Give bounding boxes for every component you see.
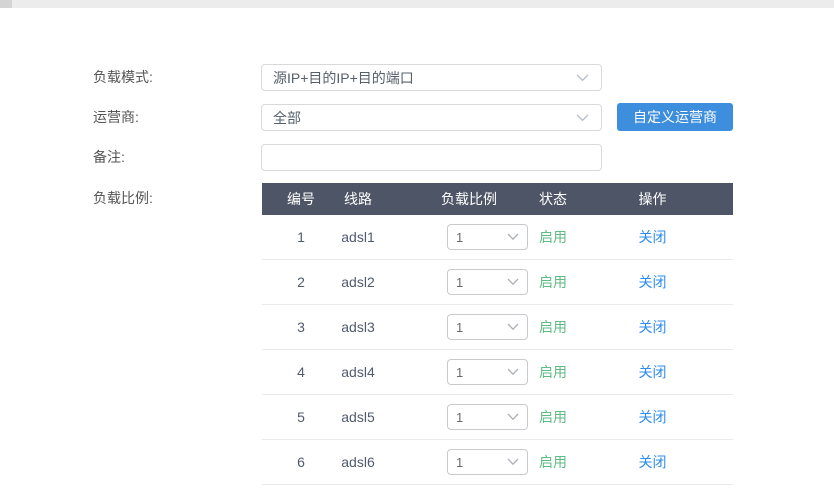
row-line-name: adsl1 xyxy=(340,229,376,245)
row-number: 5 xyxy=(262,409,340,425)
table-row: 6 adsl6 1 启用 关闭 xyxy=(262,440,733,485)
table-row: 2 adsl2 1 启用 关闭 xyxy=(262,260,733,305)
chevron-down-icon xyxy=(507,323,519,331)
custom-carrier-button[interactable]: 自定义运营商 xyxy=(617,103,733,131)
row-line-name: adsl5 xyxy=(340,409,376,425)
carrier-select-value: 全部 xyxy=(273,108,301,128)
ratio-select[interactable]: 1 xyxy=(447,404,528,430)
status-enabled-text: 启用 xyxy=(539,362,567,382)
ratio-select[interactable]: 1 xyxy=(447,224,528,250)
chevron-down-icon xyxy=(507,368,519,376)
load-mode-select-value: 源IP+目的IP+目的端口 xyxy=(273,68,414,88)
close-action-link[interactable]: 关闭 xyxy=(639,317,667,337)
ratio-select-value: 1 xyxy=(456,455,463,470)
row-number: 6 xyxy=(262,454,340,470)
column-header-ratio: 负载比例 xyxy=(376,189,534,209)
horizontal-scrollbar-track xyxy=(0,0,834,8)
row-number: 1 xyxy=(262,229,340,245)
load-mode-select[interactable]: 源IP+目的IP+目的端口 xyxy=(261,64,602,91)
row-line-name: adsl6 xyxy=(340,454,376,470)
ratio-select-value: 1 xyxy=(456,230,463,245)
chevron-down-icon xyxy=(576,114,589,122)
row-number: 3 xyxy=(262,319,340,335)
close-action-link[interactable]: 关闭 xyxy=(639,272,667,292)
column-header-status: 状态 xyxy=(534,189,572,209)
remark-input[interactable] xyxy=(261,144,602,171)
row-line-name: adsl2 xyxy=(340,274,376,290)
table-row: 1 adsl1 1 启用 关闭 xyxy=(262,215,733,260)
chevron-down-icon xyxy=(576,74,589,82)
row-number: 2 xyxy=(262,274,340,290)
load-balance-settings-page: 负载模式: 源IP+目的IP+目的端口 运营商: 全部 自定义运营商 备注: 负… xyxy=(0,0,834,488)
status-enabled-text: 启用 xyxy=(539,317,567,337)
table-header-row: 编号 线路 负载比例 状态 操作 xyxy=(262,183,733,215)
column-header-line: 线路 xyxy=(340,189,376,209)
carrier-label: 运营商: xyxy=(93,104,139,131)
close-action-link[interactable]: 关闭 xyxy=(639,407,667,427)
ratio-select[interactable]: 1 xyxy=(447,359,528,385)
status-enabled-text: 启用 xyxy=(539,452,567,472)
ratio-select-value: 1 xyxy=(456,275,463,290)
chevron-down-icon xyxy=(507,413,519,421)
row-number: 4 xyxy=(262,364,340,380)
remark-label: 备注: xyxy=(93,144,125,171)
row-line-name: adsl4 xyxy=(340,364,376,380)
ratio-select[interactable]: 1 xyxy=(447,269,528,295)
status-enabled-text: 启用 xyxy=(539,227,567,247)
row-line-name: adsl3 xyxy=(340,319,376,335)
table-row: 3 adsl3 1 启用 关闭 xyxy=(262,305,733,350)
ratio-select-value: 1 xyxy=(456,365,463,380)
chevron-down-icon xyxy=(507,278,519,286)
column-header-number: 编号 xyxy=(262,189,340,209)
status-enabled-text: 启用 xyxy=(539,272,567,292)
table-row: 5 adsl5 1 启用 关闭 xyxy=(262,395,733,440)
close-action-link[interactable]: 关闭 xyxy=(639,452,667,472)
load-ratio-label: 负载比例: xyxy=(93,185,153,212)
chevron-down-icon xyxy=(507,458,519,466)
close-action-link[interactable]: 关闭 xyxy=(639,362,667,382)
chevron-down-icon xyxy=(507,233,519,241)
carrier-select[interactable]: 全部 xyxy=(261,104,602,131)
ratio-select-value: 1 xyxy=(456,320,463,335)
ratio-select[interactable]: 1 xyxy=(447,449,528,475)
ratio-select[interactable]: 1 xyxy=(447,314,528,340)
ratio-select-value: 1 xyxy=(456,410,463,425)
load-mode-label: 负载模式: xyxy=(93,64,153,91)
horizontal-scrollbar-thumb[interactable] xyxy=(0,0,12,8)
status-enabled-text: 启用 xyxy=(539,407,567,427)
table-row: 4 adsl4 1 启用 关闭 xyxy=(262,350,733,395)
column-header-action: 操作 xyxy=(572,189,733,209)
close-action-link[interactable]: 关闭 xyxy=(639,227,667,247)
load-ratio-table: 编号 线路 负载比例 状态 操作 1 adsl1 1 启用 关闭 2 adsl2 xyxy=(262,183,733,485)
